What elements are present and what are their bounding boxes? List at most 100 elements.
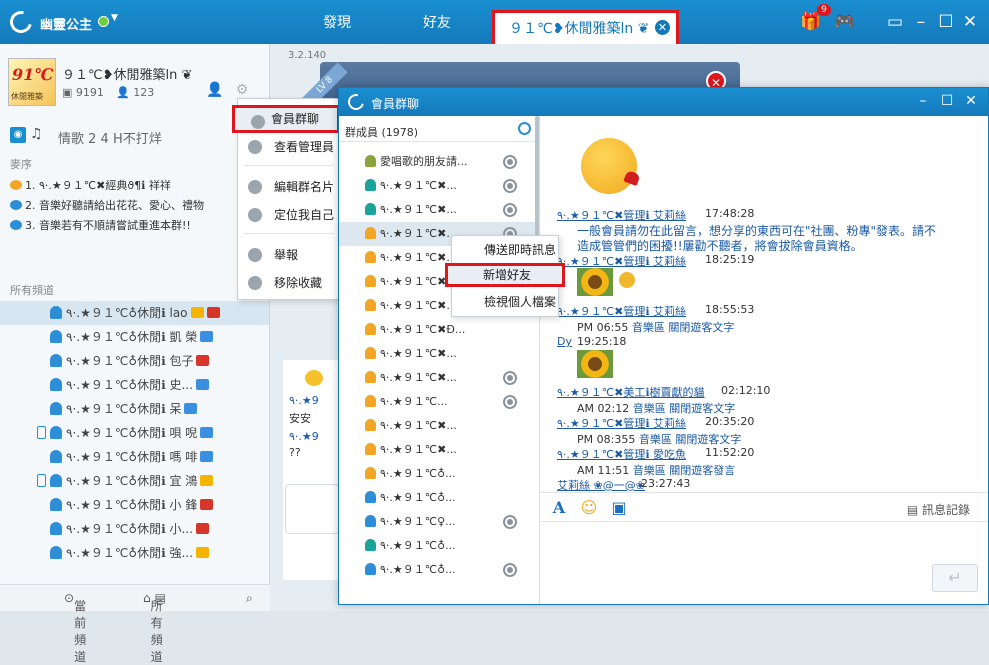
tab-discover[interactable]: 發現 [320, 12, 354, 44]
member-item[interactable]: ٩·.★９１℃♁... [339, 486, 539, 510]
member-item[interactable]: ٩·.★９１℃... [339, 390, 539, 414]
search-icon[interactable] [518, 122, 531, 135]
view-icon[interactable] [503, 395, 517, 409]
menu-divider [244, 233, 334, 234]
user-icon [50, 426, 62, 439]
rss-icon[interactable]: ◉ [10, 127, 26, 143]
menu-item-report[interactable]: 舉報 [238, 241, 340, 269]
maximize-icon[interactable]: ☐ [935, 12, 957, 32]
menu-item-locate-me[interactable]: 定位我自己 [238, 201, 340, 229]
channel-user[interactable]: ٩·.★９１℃♁休閒ℹ 包子 [0, 349, 269, 373]
minimize-icon[interactable]: – [910, 12, 932, 32]
view-icon[interactable] [503, 371, 517, 385]
tab-active-room[interactable]: ９１℃❥休閒雅築ln ❦ ✕ [492, 10, 679, 44]
member-item[interactable]: ٩·.★９１℃✖Ð... [339, 318, 539, 342]
badge-icon [195, 523, 209, 534]
view-icon[interactable] [503, 155, 517, 169]
music-title: 情歌 2 4 H不打烊 [58, 132, 162, 147]
image-icon[interactable]: ▣ [609, 498, 629, 518]
member-item[interactable]: ٩·.★９１℃✖... [339, 198, 539, 222]
close-tab-icon[interactable]: ✕ [655, 20, 670, 35]
view-icon[interactable] [503, 203, 517, 217]
member-item[interactable]: ٩·.★９１℃✖... [339, 414, 539, 438]
message-sender[interactable]: ٩·.★９１℃✖管理ℹ 艾莉絲 [557, 207, 686, 223]
username[interactable]: 幽靈公主 [40, 14, 92, 33]
member-scrollbar[interactable] [535, 116, 539, 236]
member-item[interactable]: ٩·.★９１℃✖... [339, 174, 539, 198]
tab-friends[interactable]: 好友 [420, 12, 454, 44]
member-chat-titlebar[interactable]: 會員群聊 – ☐ ✕ [339, 88, 988, 116]
search-icon[interactable]: ⌕ [246, 591, 253, 606]
member-item[interactable]: ٩·.★９１℃♁... [339, 534, 539, 558]
status-caret-icon[interactable]: ▼ [111, 13, 118, 23]
mini-mode-icon[interactable]: ▭ [884, 12, 906, 32]
member-item[interactable]: ٩·.★９１℃♁... [339, 462, 539, 486]
message-sender[interactable]: ٩·.★９１℃✖管理ℹ 艾莉絲 [557, 253, 686, 269]
view-icon[interactable] [503, 515, 517, 529]
room-context-menu: 會員群聊 查看管理員 編輯群名片 定位我自己 舉報 移除收藏 [232, 98, 341, 300]
font-icon[interactable]: A [549, 498, 569, 518]
message-sender[interactable]: ٩·.★９１℃✖管理ℹ 愛吃魚 [557, 446, 686, 462]
menu-item-view-profile[interactable]: 檢視個人檔案 [452, 290, 558, 314]
menu-item-remove-favorite[interactable]: 移除收藏 [238, 269, 340, 297]
message-history-button[interactable]: ▤ 訊息記錄 [907, 501, 970, 518]
channel-user[interactable]: ٩·.★９１℃♁休閒ℹ lao [0, 301, 269, 325]
member-item[interactable]: 愛唱歌的朋友請... [339, 150, 539, 174]
member-name: ٩·.★９１℃✖... [380, 299, 457, 312]
menu-item-edit-card[interactable]: 編輯群名片 [238, 173, 340, 201]
message-sender[interactable]: ٩·.★９１℃✖管理ℹ 艾莉絲 [557, 303, 686, 319]
queue-item[interactable]: 1. ٩·.★９１℃✖經典ϑ¶ℹ 祥祥 [10, 177, 171, 193]
queue-item[interactable]: 2. 音樂好聽請給出花花、愛心、禮物 [10, 197, 204, 213]
message-input[interactable]: ↵ [541, 522, 988, 604]
gamepad-icon[interactable]: 🎮 [834, 12, 856, 32]
menu-item-view-admins[interactable]: 查看管理員 [238, 133, 340, 161]
channel-user[interactable]: ٩·.★９１℃♁休閒ℹ 史... [0, 373, 269, 397]
music-bar: ◉ ♫ 情歌 2 4 H不打烊 [10, 126, 265, 147]
system-message: AM 11:51 音樂區 關閉遊客發言 [577, 462, 735, 478]
queue-item[interactable]: 3. 音樂若有不順請嘗試重進本群!! [10, 217, 191, 233]
member-name: ٩·.★９１℃✖... [380, 227, 457, 240]
star-icon [248, 276, 262, 290]
current-channel-tab[interactable]: ⊙ 當前頻道 [64, 591, 86, 664]
view-icon[interactable] [503, 179, 517, 193]
channel-user[interactable]: ٩·.★９１℃♁休閒ℹ 嗎 啡 [0, 445, 269, 469]
member-item[interactable]: ٩·.★９１℃♁... [339, 558, 539, 582]
menu-item-add-friend[interactable]: 新增好友 [445, 263, 565, 287]
system-message: PM 08:355 音樂區 關閉遊客文字 [577, 431, 741, 447]
admin-icon [248, 140, 262, 154]
channel-user[interactable]: ٩·.★９１℃♁休閒ℹ 小 鋒 [0, 493, 269, 517]
channel-user[interactable]: ٩·.★９１℃♁休閒ℹ 凱 榮 [0, 325, 269, 349]
channel-user[interactable]: ٩·.★９１℃♁休閒ℹ 強... [0, 541, 269, 565]
message-sender[interactable]: ٩·.★９１℃✖美工ℹ樹賣獻的貓 [557, 384, 705, 400]
user-icon [365, 299, 376, 311]
channel-user[interactable]: ٩·.★９１℃♁休閒ℹ 呆 [0, 397, 269, 421]
close-icon[interactable]: ✕ [963, 93, 979, 109]
channel-user[interactable]: ٩·.★９１℃♁休閒ℹ 小... [0, 517, 269, 541]
menu-item-member-chat[interactable]: 會員群聊 [232, 105, 340, 133]
message-sender[interactable]: ٩·.★９１℃✖管理ℹ 艾莉絲 [557, 415, 686, 431]
menu-item-label: 定位我自己 [274, 208, 335, 222]
send-button[interactable]: ↵ [932, 564, 978, 592]
online-status-icon[interactable] [98, 16, 109, 27]
close-window-icon[interactable]: ✕ [959, 12, 981, 32]
add-user-icon[interactable]: 👤 [206, 82, 223, 98]
member-item[interactable]: ٩·.★９１℃♀... [339, 510, 539, 534]
member-item[interactable]: ٩·.★９１℃✖... [339, 366, 539, 390]
message-sender[interactable]: Dy [557, 335, 572, 348]
room-avatar[interactable]: 91℃ 休閒雅築 [8, 58, 56, 106]
member-item[interactable]: ٩·.★９１℃✖... [339, 342, 539, 366]
emoji-icon[interactable]: ☺ [579, 498, 599, 518]
member-item[interactable]: ٩·.★９１℃✖... [339, 438, 539, 462]
emoji-input-box[interactable] [285, 484, 339, 534]
member-list-header: 群成員 (1978) [339, 116, 539, 142]
message-time: 18:25:19 [705, 253, 755, 266]
member-name: ٩·.★９１℃♁... [380, 467, 456, 480]
view-icon[interactable] [503, 563, 517, 577]
message-sender[interactable]: 艾莉絲 ❀@一@❀ [557, 477, 645, 492]
menu-item-send-message[interactable]: 傳送即時訊息 [452, 238, 558, 262]
settings-gear-icon[interactable]: ⚙ [234, 82, 250, 98]
minimize-icon[interactable]: – [915, 93, 931, 109]
all-channels-tab[interactable]: ⌂ 所有頻道 ▤ [143, 591, 166, 664]
maximize-icon[interactable]: ☐ [939, 93, 955, 109]
emoji-icon [305, 370, 323, 386]
